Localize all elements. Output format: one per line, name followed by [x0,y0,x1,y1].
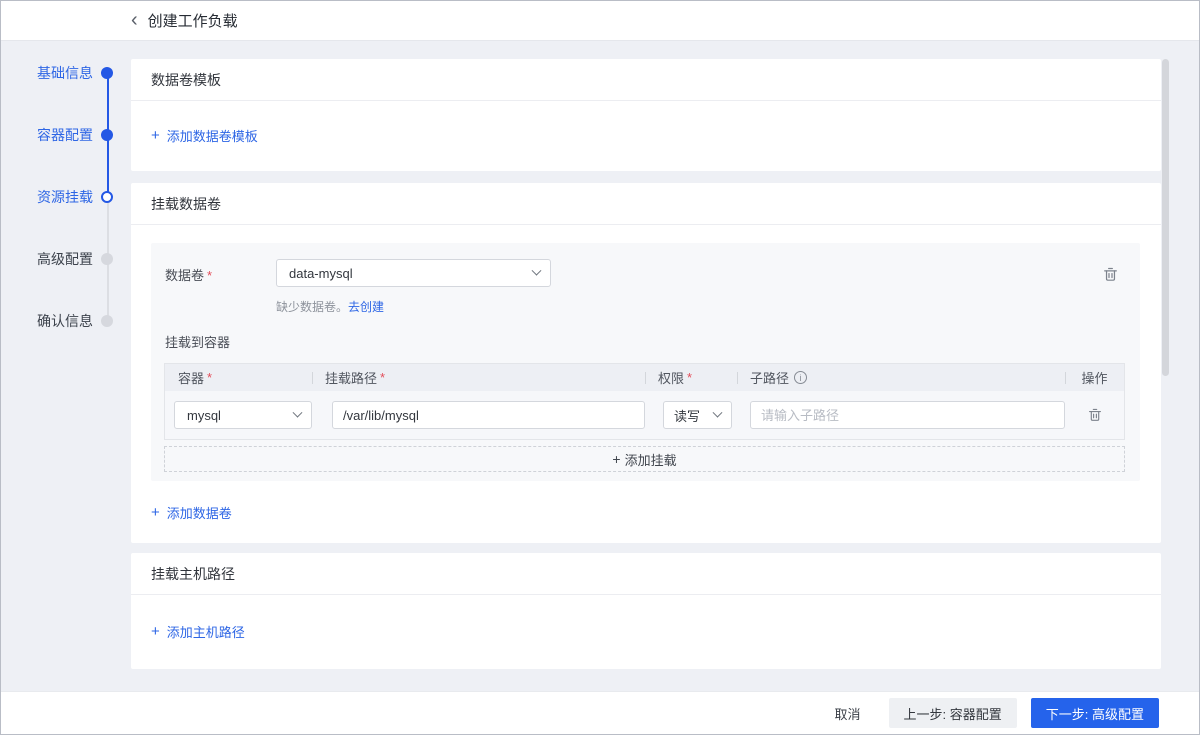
step-dot-pending [101,253,113,265]
add-volume-row: + 添加数据卷 [151,503,232,522]
volume-template-body: + 添加数据卷模板 [131,101,1161,170]
volume-template-card: 数据卷模板 + 添加数据卷模板 [131,59,1161,171]
host-path-body: + 添加主机路径 [131,595,1161,668]
next-step-button[interactable]: 下一步: 高级配置 [1031,698,1159,728]
step-container-config[interactable]: 容器配置 [21,125,113,145]
mount-path-cell [312,401,645,429]
step-dot-pending [101,315,113,327]
col-container: 容器* [165,368,312,387]
mount-volume-card: 挂载数据卷 数据卷* data-mysql 缺少数据 [131,183,1161,543]
add-mount-label: 添加挂载 [625,450,677,469]
volume-select-value: data-mysql [289,266,533,281]
back-icon[interactable]: ‹ [131,11,138,29]
page-header: ‹ 创建工作负载 [1,1,1199,41]
volume-label: 数据卷* [165,259,276,287]
required-mark: * [207,268,212,283]
step-confirm-info[interactable]: 确认信息 [21,311,113,331]
host-path-header: 挂载主机路径 [131,553,1161,595]
container-select-value: mysql [187,408,294,423]
page-title: 创建工作负载 [148,10,238,31]
step-label: 确认信息 [37,311,93,331]
info-icon[interactable]: i [794,371,807,384]
col-subpath: 子路径i [737,368,1065,387]
plus-icon: + [151,504,160,521]
add-mount-button[interactable]: + 添加挂载 [164,446,1125,472]
mount-volume-header: 挂载数据卷 [131,183,1161,225]
volume-item-panel: 数据卷* data-mysql 缺少数据卷。去创建 挂载到容器 容器* 挂载路径… [151,243,1140,481]
permission-select[interactable]: 读写 [663,401,732,429]
step-dot-current [101,191,113,203]
subpath-cell [737,401,1065,429]
container-select[interactable]: mysql [174,401,312,429]
section-title: 数据卷模板 [151,70,221,90]
create-workload-page: ‹ 创建工作负载 基础信息 容器配置 资源挂载 高级配置 确认信息 数据卷模板 … [0,0,1200,735]
step-resource-mount[interactable]: 资源挂载 [21,187,113,207]
step-dot-done [101,67,113,79]
delete-mount-icon[interactable] [1084,404,1106,426]
footer-actions: 取消 上一步: 容器配置 下一步: 高级配置 [1,691,1199,734]
plus-icon: + [612,451,620,467]
section-title: 挂载数据卷 [151,194,221,214]
add-host-path-label: 添加主机路径 [167,622,245,641]
add-volume-label: 添加数据卷 [167,503,232,522]
cancel-button[interactable]: 取消 [829,698,867,728]
permission-select-value: 读写 [674,406,714,425]
step-label: 资源挂载 [37,187,93,207]
col-mount-path: 挂载路径* [312,368,645,387]
volume-template-header: 数据卷模板 [131,59,1161,101]
step-advanced-config[interactable]: 高级配置 [21,249,113,269]
required-mark: * [207,370,212,385]
step-label: 高级配置 [37,249,93,269]
step-label: 基础信息 [37,63,93,83]
action-cell [1065,404,1124,426]
col-action: 操作 [1065,368,1124,387]
container-cell: mysql [165,401,312,429]
mount-table: 容器* 挂载路径* 权限* 子路径i 操作 mysql [164,363,1125,440]
host-path-card: 挂载主机路径 + 添加主机路径 [131,553,1161,669]
subpath-input[interactable] [750,401,1065,429]
required-mark: * [380,370,385,385]
step-dot-done [101,129,113,141]
mount-path-input[interactable] [332,401,645,429]
required-mark: * [687,370,692,385]
vertical-scrollbar-thumb[interactable] [1162,59,1169,376]
chevron-down-icon [713,407,723,417]
delete-volume-icon[interactable] [1099,263,1122,286]
volume-select[interactable]: data-mysql [276,259,551,287]
add-volume-template-label: 添加数据卷模板 [167,126,258,145]
volume-helper: 缺少数据卷。去创建 [276,298,1140,315]
step-basic-info[interactable]: 基础信息 [21,63,113,83]
mount-table-header: 容器* 挂载路径* 权限* 子路径i 操作 [165,364,1124,391]
plus-icon: + [151,623,160,640]
prev-step-button[interactable]: 上一步: 容器配置 [889,698,1017,728]
volume-select-row: 数据卷* data-mysql [151,243,1140,287]
permission-cell: 读写 [645,401,737,429]
helper-text: 缺少数据卷。 [276,300,348,314]
mount-table-row: mysql 读写 [165,391,1124,439]
col-permission: 权限* [645,368,737,387]
step-label: 容器配置 [37,125,93,145]
section-title: 挂载主机路径 [151,564,235,584]
mount-to-container-label: 挂载到容器 [165,332,1140,351]
add-host-path-link[interactable]: + 添加主机路径 [151,622,245,641]
create-volume-link[interactable]: 去创建 [348,300,384,314]
add-volume-template-link[interactable]: + 添加数据卷模板 [151,126,258,145]
chevron-down-icon [293,407,303,417]
plus-icon: + [151,127,160,144]
add-volume-link[interactable]: + 添加数据卷 [151,503,232,522]
chevron-down-icon [532,265,542,275]
